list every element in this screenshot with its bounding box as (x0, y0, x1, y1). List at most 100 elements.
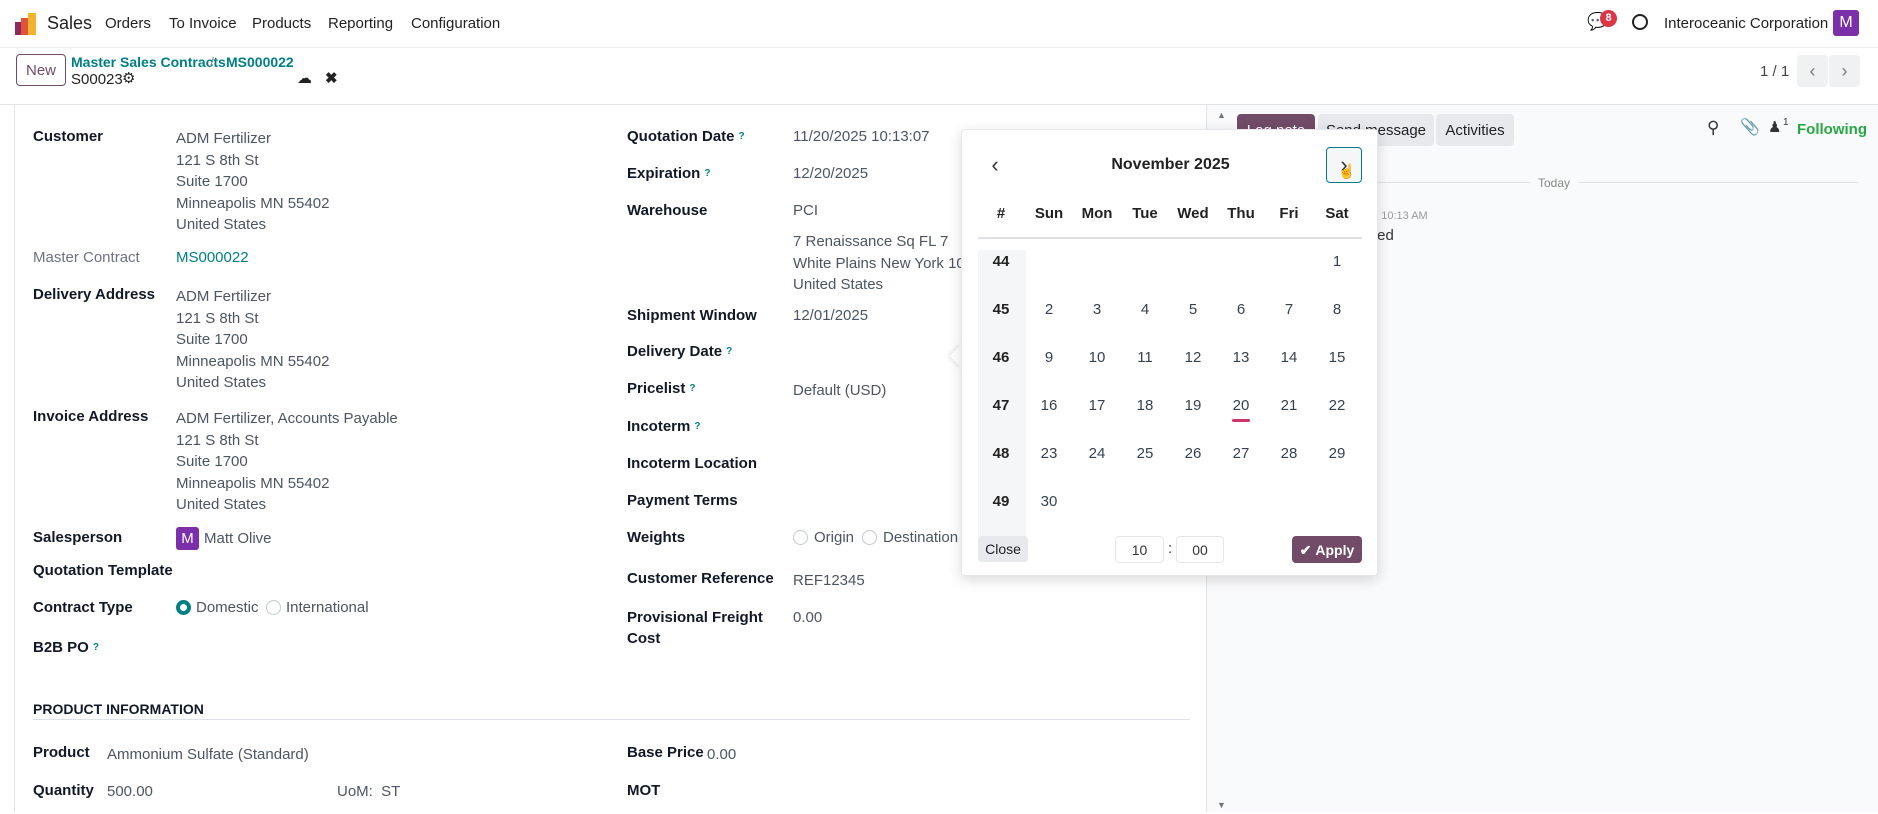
customer-field[interactable]: ADM Fertilizer 121 S 8th St Suite 1700 Minn… (176, 128, 329, 236)
calendar-day[interactable]: 27 (1221, 445, 1261, 463)
breadcrumb-master-sales-contracts[interactable]: Master Sales Contracts (71, 53, 226, 71)
app-name[interactable]: Sales (47, 13, 92, 33)
menu-orders[interactable]: Orders (105, 15, 151, 33)
calendar-day[interactable]: 3 (1077, 301, 1117, 319)
quantity-field[interactable]: 500.00 (107, 783, 153, 801)
gear-icon[interactable]: ⚙ (122, 70, 135, 88)
contract-domestic-label[interactable]: Domestic (196, 599, 259, 617)
menu-to-invoice[interactable]: To Invoice (169, 15, 237, 33)
calendar-day[interactable]: 8 (1317, 301, 1357, 319)
breadcrumb-ms000022[interactable]: MS000022 (226, 53, 294, 71)
contract-international-label[interactable]: International (286, 599, 369, 617)
apply-button[interactable]: ✔ Apply (1292, 536, 1362, 563)
uom-field[interactable]: UoM: ST (337, 783, 400, 801)
company-switcher[interactable]: Interoceanic Corporation (1664, 15, 1828, 33)
help-icon[interactable]: ? (739, 131, 745, 142)
warehouse-field[interactable]: PCI (793, 202, 818, 220)
help-icon[interactable]: ? (726, 346, 732, 357)
calendar-day[interactable]: 12 (1173, 349, 1213, 367)
weights-destination-label[interactable]: Destination (883, 529, 958, 547)
base-price-field[interactable]: 0.00 (707, 746, 736, 764)
menu-configuration[interactable]: Configuration (411, 15, 500, 33)
pricelist-field[interactable]: Default (USD) (793, 382, 886, 400)
calendar-day[interactable]: 26 (1173, 445, 1213, 463)
menu-products[interactable]: Products (252, 15, 311, 33)
calendar-day[interactable]: 16 (1029, 397, 1069, 415)
pager-previous-button[interactable]: ‹ (1797, 55, 1828, 87)
user-avatar[interactable]: M (1833, 10, 1859, 36)
calendar-day[interactable]: 17 (1077, 397, 1117, 415)
weights-origin-label[interactable]: Origin (814, 529, 854, 547)
master-contract-link[interactable]: MS000022 (176, 249, 249, 267)
pager-value[interactable]: 1 / 1 (1760, 63, 1789, 81)
invoice-line: Minneapolis MN 55402 (176, 474, 330, 492)
pager-next-button[interactable]: › (1829, 55, 1860, 87)
contract-international-radio[interactable] (266, 600, 281, 615)
close-button[interactable]: Close (978, 536, 1028, 562)
quotation-date-label-text: Quotation Date (627, 128, 735, 145)
calendar-day[interactable]: 5 (1173, 301, 1213, 319)
followers-person-icon[interactable]: ♟ (1768, 119, 1781, 137)
calendar-day[interactable]: 24 (1077, 445, 1117, 463)
attachment-paperclip-icon[interactable]: 📎 (1740, 119, 1760, 137)
calendar-day[interactable]: 15 (1317, 349, 1357, 367)
new-button[interactable]: New (16, 54, 66, 86)
weights-destination-radio[interactable] (862, 530, 877, 545)
invoice-address-field[interactable]: ADM Fertilizer, Accounts Payable 121 S 8t… (176, 408, 398, 516)
calendar-day[interactable]: 13 (1221, 349, 1261, 367)
calendar-day[interactable]: 14 (1269, 349, 1309, 367)
search-icon[interactable]: ⚲ (1707, 119, 1719, 137)
mot-label: MOT (627, 782, 661, 799)
minute-input[interactable]: 00 (1176, 536, 1224, 563)
calendar-day[interactable]: 9 (1029, 349, 1069, 367)
calendar-day[interactable]: 10 (1077, 349, 1117, 367)
activities-button[interactable]: Activities (1436, 114, 1514, 146)
scroll-down-arrow[interactable]: ▼ (1217, 796, 1226, 814)
calendar-day[interactable]: 19 (1173, 397, 1213, 415)
hour-input[interactable]: 10 (1115, 536, 1164, 563)
calendar-day[interactable]: 11 (1125, 349, 1165, 367)
messages-count-badge: 8 (1600, 10, 1617, 27)
calendar-month-title[interactable]: November 2025 (962, 156, 1379, 174)
calendar-day[interactable]: 7 (1269, 301, 1309, 319)
save-cloud-icon[interactable]: ☁ (297, 70, 312, 88)
weights-origin-radio[interactable] (793, 530, 808, 545)
calendar-day[interactable]: 23 (1029, 445, 1069, 463)
help-icon[interactable]: ? (694, 421, 700, 432)
calendar-day[interactable]: 18 (1125, 397, 1165, 415)
salesperson-field[interactable]: Matt Olive (204, 530, 272, 548)
shipment-window-field[interactable]: 12/01/2025 (793, 307, 868, 325)
product-information-heading: PRODUCT INFORMATION (33, 701, 204, 717)
delivery-address-field[interactable]: ADM Fertilizer 121 S 8th St Suite 1700 Minn… (176, 286, 329, 394)
calendar-day[interactable]: 29 (1317, 445, 1357, 463)
calendar-day[interactable]: 6 (1221, 301, 1261, 319)
calendar-day-today[interactable]: 20 (1221, 397, 1261, 415)
help-icon[interactable]: ? (689, 383, 695, 394)
calendar-day[interactable]: 25 (1125, 445, 1165, 463)
menu-reporting[interactable]: Reporting (328, 15, 393, 33)
calendar-day[interactable]: 21 (1269, 397, 1309, 415)
customer-reference-field[interactable]: REF12345 (793, 572, 865, 590)
activity-clock-icon[interactable] (1632, 14, 1648, 30)
expiration-field[interactable]: 12/20/2025 (793, 165, 868, 183)
calendar-day[interactable]: 4 (1125, 301, 1165, 319)
quantity-label: Quantity (33, 782, 94, 799)
help-icon[interactable]: ? (93, 642, 99, 653)
help-icon[interactable]: ? (704, 168, 710, 179)
mouse-cursor-hand-icon: ☝ (1338, 163, 1356, 179)
warehouse-line: United States (793, 276, 884, 293)
provisional-freight-field[interactable]: 0.00 (793, 609, 822, 627)
contract-domestic-radio[interactable] (176, 600, 191, 615)
discard-close-icon[interactable]: ✖ (325, 70, 338, 88)
calendar-day[interactable]: 30 (1029, 493, 1069, 511)
calendar-day[interactable]: 22 (1317, 397, 1357, 415)
week-number: 44 (992, 253, 1010, 270)
following-button[interactable]: Following (1797, 121, 1867, 139)
product-field[interactable]: Ammonium Sulfate (Standard) (107, 746, 309, 764)
quotation-date-field[interactable]: 11/20/2025 10:13:07 (793, 128, 930, 146)
sales-app-logo-icon[interactable] (15, 13, 37, 35)
calendar-day[interactable]: 28 (1269, 445, 1309, 463)
scroll-up-arrow[interactable]: ▲ (1217, 106, 1226, 124)
calendar-day[interactable]: 1 (1317, 253, 1357, 271)
calendar-day[interactable]: 2 (1029, 301, 1069, 319)
